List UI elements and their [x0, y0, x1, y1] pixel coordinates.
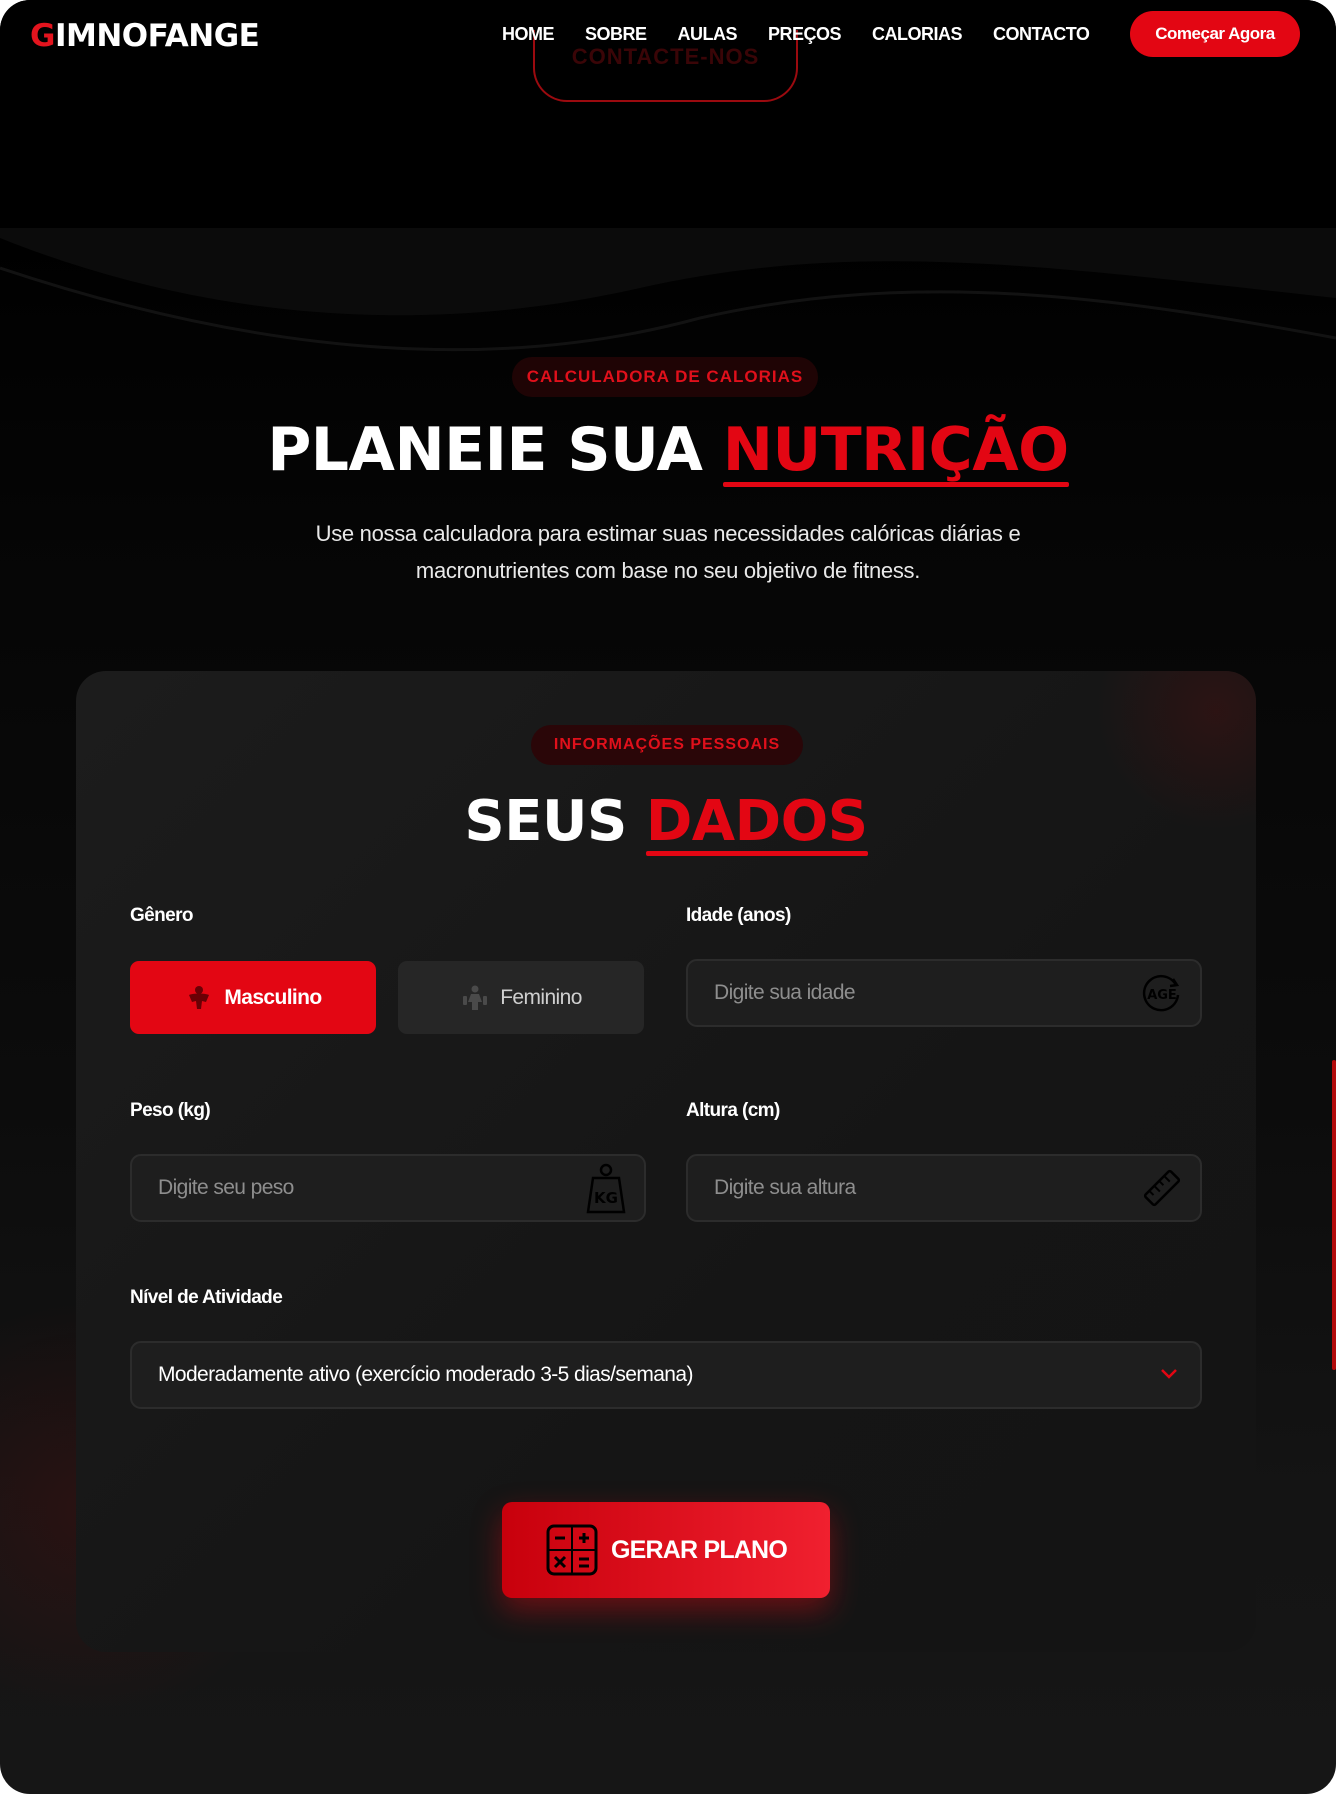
gender-label: Gênero	[130, 905, 194, 926]
card-title-main: SEUS	[464, 789, 627, 854]
nav-link-precos[interactable]: PREÇOS	[768, 24, 842, 45]
age-input[interactable]	[714, 961, 1124, 1025]
logo-initial: G	[30, 18, 55, 54]
nav-link-contacto[interactable]: CONTACTO	[993, 24, 1090, 45]
gender-female-button[interactable]: Feminino	[398, 961, 644, 1034]
logo-text: IMNOFANGE	[54, 18, 260, 54]
nav-link-sobre[interactable]: SOBRE	[585, 24, 647, 45]
nav-link-home[interactable]: HOME	[502, 24, 555, 45]
nav-menu: HOME SOBRE AULAS PREÇOS CALORIAS CONTACT…	[502, 24, 1120, 45]
weight-label: Peso (kg)	[130, 1100, 211, 1121]
card-title: SEUS DADOS	[76, 789, 1256, 856]
generate-plan-label: GERAR PLANO	[611, 1535, 788, 1564]
age-label: Idade (anos)	[686, 905, 791, 926]
title-accent: NUTRIÇÃO	[722, 415, 1069, 487]
chevron-down-icon	[1161, 1369, 1177, 1379]
title-main: PLANEIE SUA	[267, 415, 703, 485]
subtitle-line-1: Use nossa calculadora para estimar suas …	[315, 521, 1021, 546]
gender-male-label: Masculino	[224, 985, 322, 1009]
subtitle-line-2: macronutrientes com base no seu objetivo…	[415, 558, 921, 583]
section-subtitle: Use nossa calculadora para estimar suas …	[268, 515, 1068, 589]
nav-link-calorias[interactable]: CALORIAS	[872, 24, 963, 45]
height-label: Altura (cm)	[686, 1100, 780, 1121]
gender-male-button[interactable]: Masculino	[130, 961, 376, 1034]
section-title: PLANEIE SUA NUTRIÇÃO	[0, 415, 1336, 487]
weight-input[interactable]	[158, 1156, 568, 1220]
page: GIMNOFANGE CONTACTE-NOS HOME SOBRE AULAS…	[0, 0, 1336, 1794]
height-input[interactable]	[714, 1156, 1124, 1220]
age-field[interactable]: AGE	[686, 959, 1202, 1027]
male-body-icon	[189, 985, 210, 1009]
activity-selected-value: Moderadamente ativo (exercício moderado …	[158, 1363, 693, 1386]
calculator-card: INFORMAÇÕES PESSOAIS SEUS DADOS Gênero M…	[76, 671, 1256, 1652]
age-icon: AGE	[1142, 975, 1180, 1012]
contact-button-label: CONTACTE-NOS	[571, 44, 760, 69]
generate-plan-button[interactable]: GERAR PLANO	[502, 1502, 830, 1598]
activity-label: Nível de Atividade	[130, 1287, 283, 1308]
section-badge: CALCULADORA DE CALORIAS	[512, 357, 818, 397]
logo[interactable]: GIMNOFANGE	[30, 18, 260, 54]
card-title-accent: DADOS	[645, 789, 868, 856]
decorative-waves	[0, 228, 1336, 352]
height-field[interactable]	[686, 1154, 1202, 1222]
weight-field[interactable]: KG	[130, 1154, 646, 1222]
start-now-button[interactable]: Começar Agora	[1130, 11, 1300, 57]
scrollbar-thumb[interactable]	[1332, 1060, 1336, 1370]
svg-text:AGE: AGE	[1147, 988, 1177, 1003]
female-body-icon	[463, 985, 488, 1010]
navbar: GIMNOFANGE CONTACTE-NOS HOME SOBRE AULAS…	[0, 0, 1336, 102]
calculator-icon	[546, 1524, 598, 1576]
gender-female-label: Feminino	[500, 985, 582, 1009]
nav-link-aulas[interactable]: AULAS	[678, 24, 738, 45]
ruler-icon	[1143, 1169, 1181, 1207]
activity-select[interactable]: Moderadamente ativo (exercício moderado …	[130, 1341, 1202, 1409]
kg-weight-icon: KG	[586, 1163, 626, 1214]
card-badge: INFORMAÇÕES PESSOAIS	[531, 725, 803, 765]
svg-text:KG: KG	[594, 1189, 618, 1207]
